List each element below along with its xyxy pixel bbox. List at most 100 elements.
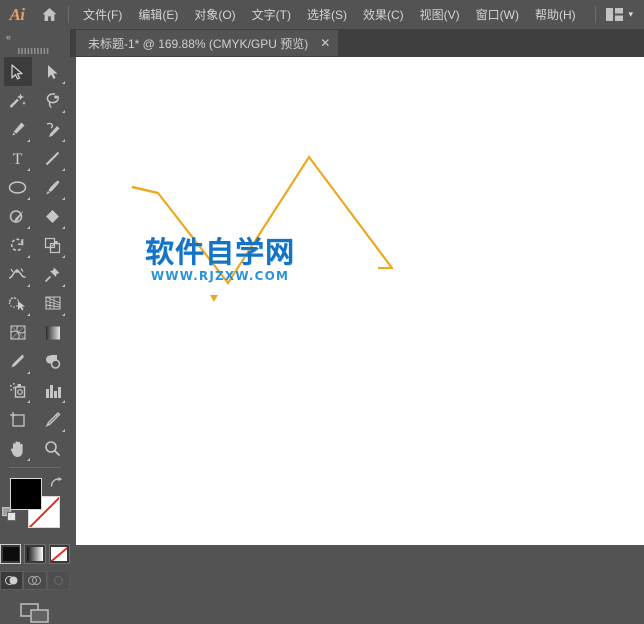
draw-behind-mode[interactable] (23, 571, 47, 590)
tool-flyout-indicator (26, 255, 30, 258)
type-tool[interactable]: T (4, 144, 32, 173)
blend-icon (45, 355, 60, 369)
width-tool[interactable] (4, 260, 32, 289)
bar-chart-icon (45, 384, 61, 398)
menu-effect[interactable]: 效果(C) (355, 3, 412, 26)
color-mode-buttons (0, 544, 70, 564)
gradient-swatch (26, 547, 43, 561)
shaper-tool[interactable] (4, 202, 32, 231)
menu-type[interactable]: 文字(T) (244, 3, 299, 26)
tools-grid: T (0, 57, 70, 463)
blend-tool[interactable] (39, 347, 67, 376)
tool-flyout-indicator (61, 313, 65, 316)
rotate-icon (10, 238, 24, 252)
direct-selection-tool[interactable] (39, 57, 67, 86)
shape-builder-tool[interactable] (4, 289, 32, 318)
path-start-segment[interactable] (131, 185, 159, 195)
none-swatch (51, 547, 68, 561)
eyedropper-icon (11, 354, 24, 368)
workspace-layout-icon (606, 8, 624, 21)
color-mode-gradient[interactable] (24, 544, 46, 564)
eyedropper-tool[interactable] (4, 347, 32, 376)
artboard-tool[interactable] (4, 405, 32, 434)
menubar-right-group: ▾ (591, 5, 644, 24)
perspective-grid-tool[interactable] (39, 289, 67, 318)
fill-swatch[interactable] (10, 478, 42, 510)
gradient-tool[interactable] (39, 318, 67, 347)
eraser-icon (46, 210, 59, 223)
document-tab-bar: 未标题-1* @ 169.88% (CMYK/GPU 预览) ✕ (0, 29, 644, 58)
menu-window[interactable]: 窗口(W) (468, 3, 527, 26)
home-icon[interactable] (34, 0, 64, 29)
rotate-tool[interactable] (4, 231, 32, 260)
menu-help[interactable]: 帮助(H) (527, 3, 584, 26)
double-chevron-left-icon: « (6, 32, 11, 42)
curvature-tool[interactable] (39, 115, 67, 144)
eraser-tool[interactable] (39, 202, 67, 231)
close-icon[interactable]: ✕ (320, 37, 330, 49)
change-screen-mode-button[interactable] (0, 602, 70, 624)
magic-wand-tool[interactable] (4, 86, 32, 115)
ellipse-tool[interactable] (4, 173, 32, 202)
pen-nib-icon (12, 122, 25, 136)
pen-tool[interactable] (4, 115, 32, 144)
menubar-divider-right (595, 6, 597, 23)
menu-edit[interactable]: 编辑(E) (130, 3, 186, 26)
swap-fill-stroke-icon[interactable] (50, 476, 63, 494)
line-segment-icon (45, 151, 60, 166)
collapse-panel-button[interactable]: « (0, 29, 70, 45)
menu-object[interactable]: 对象(O) (186, 3, 243, 26)
selection-tool[interactable] (3, 57, 32, 86)
illustrator-window: Ai 文件(F) 编辑(E) 对象(O) 文字(T) 选择(S) 效果(C) 视… (0, 0, 644, 623)
path-end-cap-marker (210, 295, 218, 302)
tool-flyout-indicator (26, 313, 30, 316)
document-tab[interactable]: 未标题-1* @ 169.88% (CMYK/GPU 预览) ✕ (76, 30, 339, 56)
shaper-icon (9, 210, 24, 223)
fill-stroke-controls (0, 474, 70, 536)
lasso-icon (46, 93, 59, 109)
color-mode-none[interactable] (48, 544, 70, 564)
artwork-layer (131, 155, 393, 302)
magnifier-icon (45, 441, 61, 457)
scale-tool[interactable] (39, 231, 67, 260)
symbol-sprayer-tool[interactable] (4, 376, 32, 405)
grip-dots-icon (18, 48, 49, 54)
direct-selection-arrow-icon (48, 64, 58, 79)
menu-bar: Ai 文件(F) 编辑(E) 对象(O) 文字(T) 选择(S) 效果(C) 视… (0, 0, 644, 29)
line-segment-tool[interactable] (39, 144, 67, 173)
draw-inside-mode[interactable] (46, 571, 70, 590)
ellipse-icon (8, 181, 27, 194)
panel-drag-handle[interactable] (0, 45, 70, 57)
pushpin-icon (44, 267, 60, 283)
scale-icon (44, 237, 61, 254)
menu-view[interactable]: 视图(V) (412, 3, 468, 26)
tool-flyout-indicator (26, 371, 30, 374)
tool-flyout-indicator (26, 226, 30, 229)
color-mode-solid[interactable] (0, 544, 22, 564)
svg-text:T: T (13, 151, 23, 167)
tools-panel: « T (0, 29, 71, 623)
zoom-tool[interactable] (39, 434, 67, 463)
symbol-sprayer-icon (9, 383, 25, 398)
menu-file[interactable]: 文件(F) (75, 3, 130, 26)
default-fill-stroke-icon[interactable] (2, 507, 17, 527)
draw-normal-mode[interactable] (0, 571, 24, 590)
tool-flyout-indicator (61, 255, 65, 258)
paintbrush-tool[interactable] (39, 173, 67, 202)
paintbrush-icon (46, 180, 60, 195)
slice-tool[interactable] (39, 405, 67, 434)
type-T-icon: T (13, 151, 23, 167)
canvas-area[interactable]: 软件自学网 WWW.RJZXW.COM (70, 57, 644, 545)
zigzag-path[interactable] (131, 155, 393, 285)
lasso-tool[interactable] (39, 86, 67, 115)
artboard[interactable]: 软件自学网 WWW.RJZXW.COM (76, 57, 644, 545)
workspace-switcher-button[interactable]: ▾ (602, 5, 637, 24)
home-glyph (42, 8, 56, 21)
free-transform-tool[interactable] (39, 260, 67, 289)
mesh-tool[interactable] (4, 318, 32, 347)
menu-select[interactable]: 选择(S) (299, 3, 355, 26)
tool-flyout-indicator (61, 226, 65, 229)
column-graph-tool[interactable] (39, 376, 67, 405)
draw-inside-icon (53, 576, 63, 585)
hand-tool[interactable] (4, 434, 32, 463)
